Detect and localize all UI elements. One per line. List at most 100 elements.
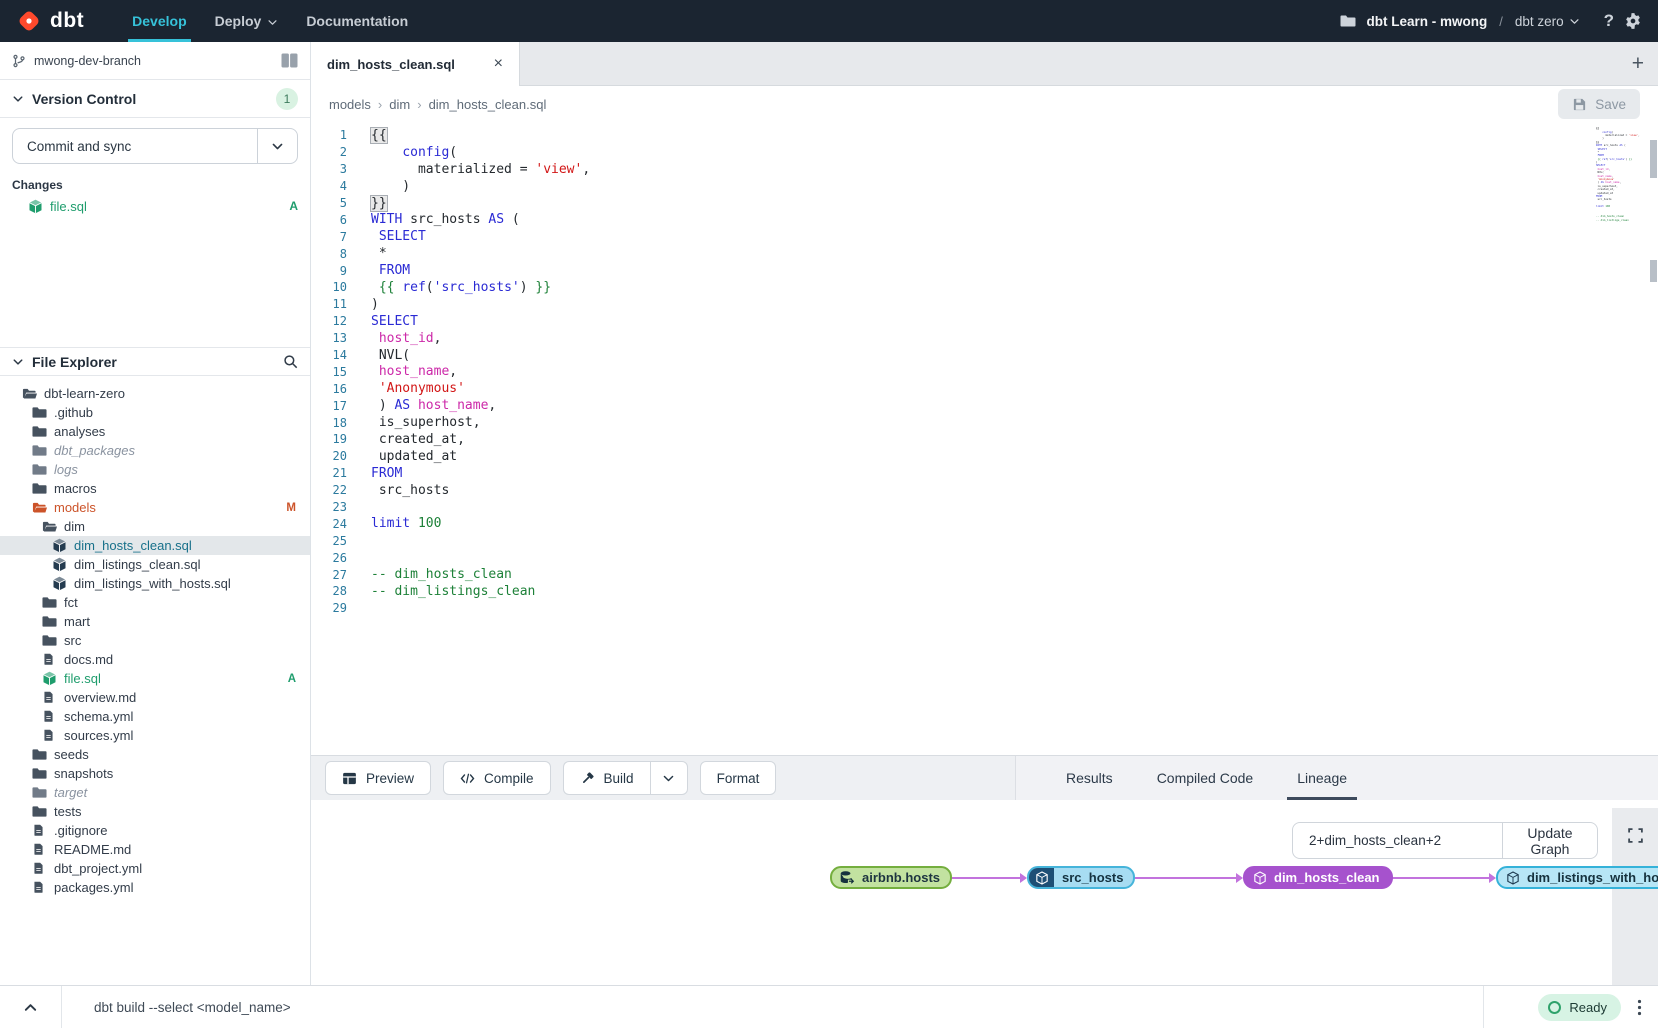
preview-button[interactable]: Preview xyxy=(325,761,431,795)
file-icon xyxy=(32,842,47,857)
tree-item--gitignore[interactable]: .gitignore xyxy=(0,821,310,840)
tree-item-docs-md[interactable]: docs.md xyxy=(0,650,310,669)
kebab-menu-icon[interactable] xyxy=(1637,999,1642,1016)
code-lines: 1{{2 config(3 materialized = 'view',4 )5… xyxy=(311,127,1658,617)
help-icon[interactable]: ? xyxy=(1604,11,1614,31)
tab-results[interactable]: Results xyxy=(1044,756,1135,800)
code-line: 7 SELECT xyxy=(311,228,1658,245)
version-control-header[interactable]: Version Control 1 xyxy=(0,80,310,118)
tree-item-dim[interactable]: dim xyxy=(0,517,310,536)
command-input[interactable] xyxy=(62,986,1483,1028)
editor-minimap[interactable]: {{ config( materialized = 'view', )}}WIT… xyxy=(1596,127,1640,225)
line-number: 28 xyxy=(311,584,347,598)
tree-item--github[interactable]: .github xyxy=(0,403,310,422)
tree-item-logs[interactable]: logs xyxy=(0,460,310,479)
fullscreen-icon[interactable] xyxy=(1622,822,1648,848)
tab-lineage[interactable]: Lineage xyxy=(1275,756,1369,800)
tree-item-seeds[interactable]: seeds xyxy=(0,745,310,764)
new-tab-icon[interactable]: + xyxy=(1632,42,1644,85)
folder-open-icon xyxy=(22,386,37,401)
code-editor[interactable]: 1{{2 config(3 materialized = 'view',4 )5… xyxy=(311,122,1658,755)
changed-file-item[interactable]: file.sqlA xyxy=(12,196,298,216)
file-icon xyxy=(32,823,47,838)
breadcrumb-item[interactable]: models xyxy=(329,97,371,112)
tree-item-dim-listings-clean-sql[interactable]: dim_listings_clean.sql xyxy=(0,555,310,574)
tree-item-dbt-learn-zero[interactable]: dbt-learn-zero xyxy=(0,384,310,403)
code-line: 10 {{ ref('src_hosts') }} xyxy=(311,279,1658,296)
lineage-node-airbnb-hosts[interactable]: airbnb.hosts xyxy=(830,866,952,889)
commit-and-sync-button[interactable]: Commit and sync xyxy=(12,128,298,164)
split-panes-icon[interactable] xyxy=(281,53,298,68)
chevron-down-icon xyxy=(267,16,278,27)
save-button[interactable]: Save xyxy=(1558,89,1640,119)
tree-item-file-sql[interactable]: file.sqlA xyxy=(0,669,310,688)
tree-item-models[interactable]: modelsM xyxy=(0,498,310,517)
tree-item-src[interactable]: src xyxy=(0,631,310,650)
tree-item-macros[interactable]: macros xyxy=(0,479,310,498)
tree-item-overview-md[interactable]: overview.md xyxy=(0,688,310,707)
close-icon[interactable]: × xyxy=(494,56,503,72)
tree-item-dim-listings-with-hosts-sql[interactable]: dim_listings_with_hosts.sql xyxy=(0,574,310,593)
scrollbar-thumb[interactable] xyxy=(1650,140,1657,178)
nav-item-label: Develop xyxy=(132,13,186,29)
build-options-toggle[interactable] xyxy=(650,761,688,795)
project-folder-icon xyxy=(1340,13,1356,29)
editor-scrollbar[interactable] xyxy=(1649,122,1658,755)
breadcrumb-item[interactable]: dim_hosts_clean.sql xyxy=(410,97,546,112)
code-line: 8 * xyxy=(311,245,1658,262)
tree-item-label: docs.md xyxy=(64,652,113,667)
code-text: ) xyxy=(347,297,379,312)
panel-tabs: ResultsCompiled CodeLineage xyxy=(1016,756,1658,800)
tree-item-target[interactable]: target xyxy=(0,783,310,802)
line-number: 10 xyxy=(311,280,347,294)
line-number: 2 xyxy=(311,145,347,159)
tree-item-snapshots[interactable]: snapshots xyxy=(0,764,310,783)
tree-item-mart[interactable]: mart xyxy=(0,612,310,631)
scrollbar-thumb[interactable] xyxy=(1650,260,1657,282)
tree-item-packages-yml[interactable]: packages.yml xyxy=(0,878,310,897)
dbt-logo[interactable]: dbt xyxy=(16,8,84,34)
update-graph-button[interactable]: Update Graph xyxy=(1502,823,1597,858)
lineage-node-src_hosts[interactable]: src_hosts xyxy=(1027,866,1135,889)
commit-options-toggle[interactable] xyxy=(257,129,297,163)
folder-icon xyxy=(32,804,47,819)
tree-item-label: target xyxy=(54,785,87,800)
branch-row: mwong-dev-branch xyxy=(0,42,310,80)
tree-item-label: seeds xyxy=(54,747,89,762)
tree-item-schema-yml[interactable]: schema.yml xyxy=(0,707,310,726)
tree-item-fct[interactable]: fct xyxy=(0,593,310,612)
branch-name[interactable]: mwong-dev-branch xyxy=(34,54,141,68)
tab-compiled-code[interactable]: Compiled Code xyxy=(1135,756,1276,800)
search-icon[interactable] xyxy=(283,354,298,369)
lineage-selector-input[interactable] xyxy=(1293,823,1502,858)
nav-item-deploy[interactable]: Deploy xyxy=(201,0,293,42)
command-bar-collapse-button[interactable] xyxy=(0,986,62,1028)
project-separator: / xyxy=(1497,14,1505,29)
editor-tab-dim-hosts-clean[interactable]: dim_hosts_clean.sql × xyxy=(311,42,520,86)
project-name[interactable]: dbt Learn - mwong xyxy=(1366,14,1487,29)
gear-icon[interactable] xyxy=(1624,12,1642,30)
file-explorer-header[interactable]: File Explorer xyxy=(0,347,310,376)
lineage-node-dim_hosts_clean[interactable]: dim_hosts_clean xyxy=(1243,866,1393,889)
format-button[interactable]: Format xyxy=(700,761,777,795)
code-line: 29 xyxy=(311,600,1658,617)
breadcrumb-item[interactable]: dim xyxy=(371,97,410,112)
tree-item-tests[interactable]: tests xyxy=(0,802,310,821)
tree-item-dbt-project-yml[interactable]: dbt_project.yml xyxy=(0,859,310,878)
environment-selector[interactable]: dbt zero xyxy=(1515,14,1580,29)
line-number: 20 xyxy=(311,449,347,463)
tree-item-analyses[interactable]: analyses xyxy=(0,422,310,441)
changes-list: file.sqlA xyxy=(0,192,310,216)
code-text: WITH src_hosts AS ( xyxy=(347,212,520,227)
tree-item-sources-yml[interactable]: sources.yml xyxy=(0,726,310,745)
tree-item-readme-md[interactable]: README.md xyxy=(0,840,310,859)
tree-item-dim-hosts-clean-sql[interactable]: dim_hosts_clean.sql xyxy=(0,536,310,555)
compile-button[interactable]: Compile xyxy=(443,761,551,795)
tree-item-dbt-packages[interactable]: dbt_packages xyxy=(0,441,310,460)
nav-item-documentation[interactable]: Documentation xyxy=(292,0,422,42)
build-button[interactable]: Build xyxy=(563,761,650,795)
code-line: 24limit 100 xyxy=(311,515,1658,532)
nav-item-develop[interactable]: Develop xyxy=(118,0,200,42)
lineage-node-dim_listings_with_hosts[interactable]: dim_listings_with_hosts xyxy=(1496,866,1658,889)
chevron-down-icon xyxy=(1569,16,1580,27)
